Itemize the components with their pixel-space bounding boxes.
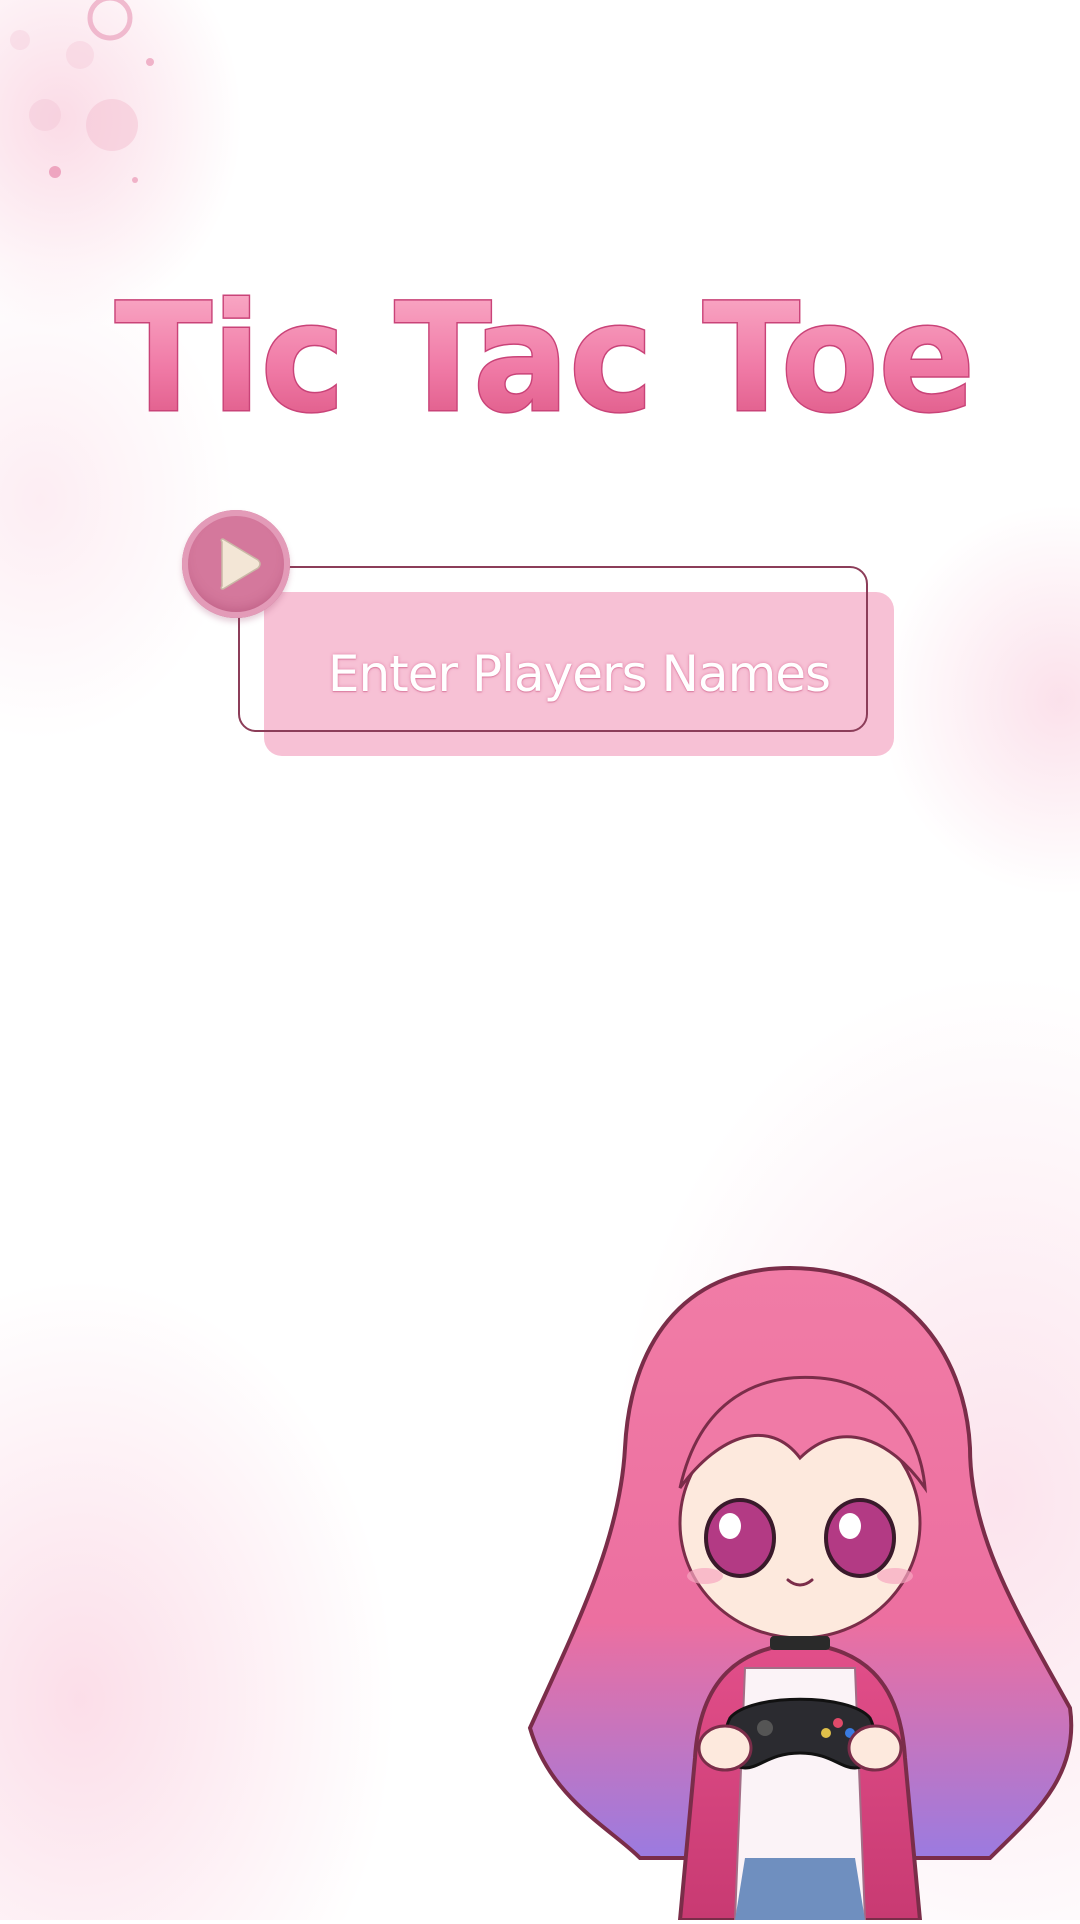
enter-players-label: Enter Players Names [327,645,831,703]
game-title: Tic Tac Toe [110,270,980,448]
anime-girl-illustration [520,1258,1080,1922]
play-button[interactable] [182,510,290,618]
bubble-decoration [10,0,154,183]
enter-players-button[interactable]: Enter Players Names [180,508,900,768]
game-title-text: Tic Tac Toe [115,272,975,446]
play-icon [220,538,261,590]
